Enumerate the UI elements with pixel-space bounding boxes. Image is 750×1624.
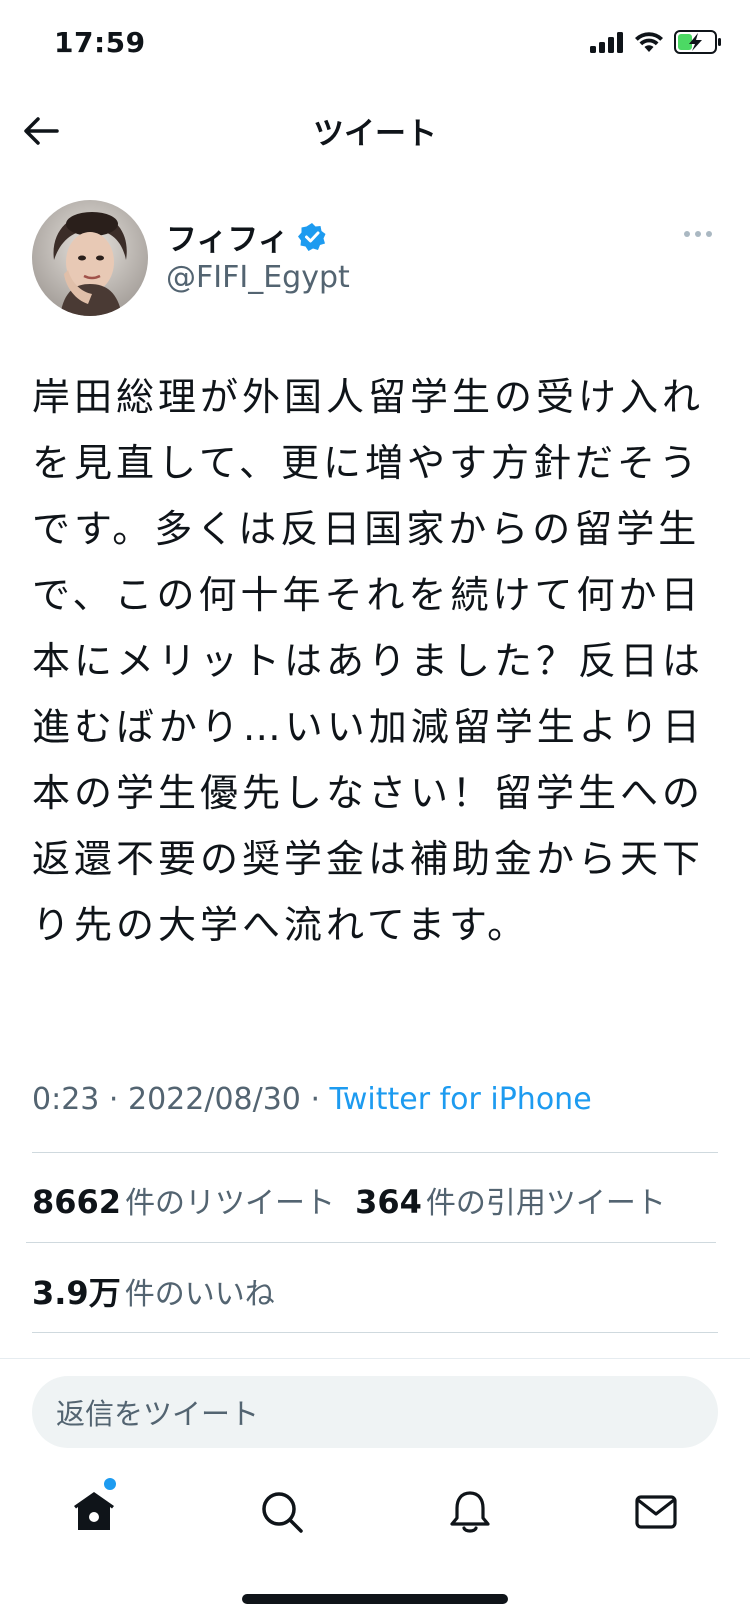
- likes-stats-row[interactable]: 3.9万 件のいいね: [32, 1268, 275, 1314]
- divider: [0, 1358, 750, 1359]
- avatar[interactable]: [32, 200, 148, 316]
- avatar-image: [32, 200, 148, 316]
- tab-search[interactable]: [252, 1482, 312, 1542]
- search-icon: [262, 1492, 303, 1533]
- quotes-label: 件の引用ツイート: [425, 1186, 666, 1221]
- author-display-name: フィフィ: [166, 222, 289, 258]
- retweets-label: 件のリツイート: [125, 1186, 336, 1221]
- likes-count: 3.9万: [32, 1274, 121, 1312]
- status-bar: 17:59: [0, 0, 750, 90]
- tweet-source-link[interactable]: Twitter for iPhone: [330, 1082, 592, 1117]
- reply-input[interactable]: 返信をツイート: [32, 1376, 718, 1448]
- status-icons: [590, 30, 722, 54]
- quotes-stat[interactable]: 364 件の引用ツイート: [355, 1183, 666, 1221]
- reply-placeholder: 返信をツイート: [56, 1397, 260, 1431]
- tab-messages[interactable]: [626, 1482, 686, 1542]
- tweet-time: 0:23: [32, 1082, 100, 1117]
- home-indicator: [242, 1594, 508, 1604]
- tab-notifications[interactable]: [440, 1482, 500, 1542]
- retweets-count: 8662: [32, 1183, 122, 1221]
- tab-home[interactable]: [64, 1478, 124, 1542]
- tab-bar: [0, 1460, 750, 1570]
- cellular-signal-icon: [590, 32, 623, 53]
- battery-charging-icon: [674, 30, 721, 54]
- more-dot-icon: [695, 231, 701, 237]
- tweet-text: 岸田総理が外国人留学生の受け入れを見直して、更に増やす方針だそうです。多くは反日…: [32, 375, 705, 947]
- verified-badge-icon: [297, 222, 326, 251]
- tweet-date: 2022/08/30: [127, 1082, 301, 1117]
- retweets-stat[interactable]: 8662 件のリツイート: [32, 1183, 336, 1221]
- home-icon: [74, 1492, 114, 1530]
- author-name-row[interactable]: フィフィ: [166, 214, 327, 259]
- more-dot-icon: [706, 231, 712, 237]
- divider: [26, 1242, 716, 1243]
- page-title: ツイート: [313, 116, 437, 152]
- likes-label: 件のいいね: [124, 1277, 275, 1312]
- quotes-count: 364: [355, 1183, 422, 1221]
- header: ツイート: [0, 90, 750, 170]
- meta-separator: ·: [300, 1082, 330, 1117]
- more-options-button[interactable]: [674, 222, 722, 246]
- tweet-author: フィフィ @FIFI_Egypt: [32, 200, 722, 320]
- notification-dot: [104, 1478, 116, 1490]
- mail-icon: [635, 1495, 677, 1529]
- status-time: 17:59: [54, 26, 146, 59]
- more-dot-icon: [684, 231, 690, 237]
- meta-separator: ·: [99, 1082, 128, 1117]
- bell-icon: [450, 1491, 490, 1533]
- wifi-icon: [635, 32, 663, 52]
- divider: [32, 1152, 718, 1153]
- author-handle[interactable]: @FIFI_Egypt: [166, 260, 350, 295]
- retweet-stats-row: 8662 件のリツイート 364 件の引用ツイート: [32, 1178, 666, 1222]
- divider: [32, 1332, 718, 1333]
- tweet-meta: 0:23 · 2022/08/30 · Twitter for iPhone: [32, 1082, 592, 1117]
